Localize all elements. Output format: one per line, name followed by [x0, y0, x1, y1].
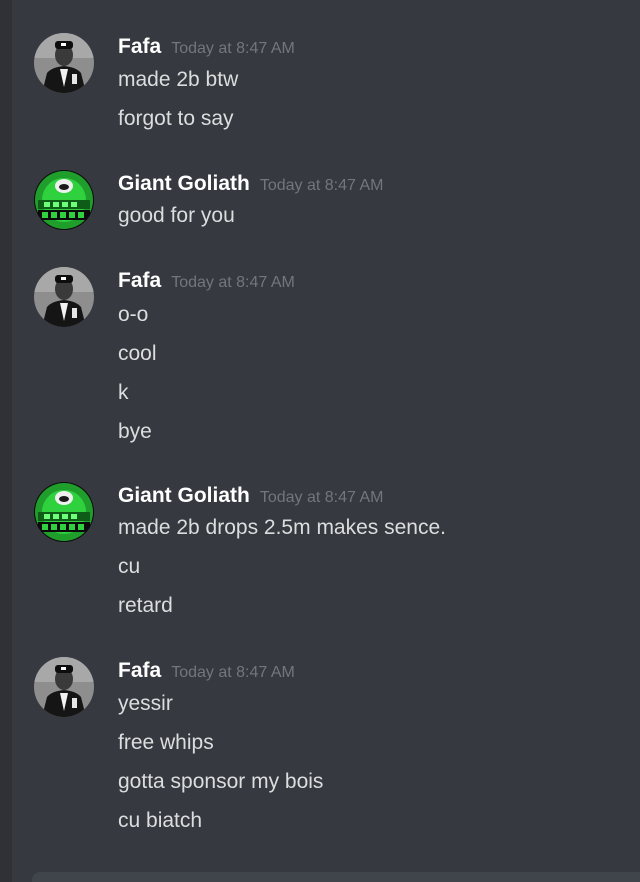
message-text: o-o — [118, 303, 149, 326]
message-header: Fafa Today at 8:47 AM — [118, 657, 295, 685]
giant-goliath-avatar-icon[interactable] — [34, 482, 94, 542]
message-text: cu — [118, 555, 141, 578]
message-text: k — [118, 381, 129, 404]
message-header: Giant Goliath Today at 8:47 AM — [118, 482, 383, 510]
message-text: made 2b drops 2.5m makes sence. — [118, 516, 447, 539]
message-text: gotta sponsor my bois — [118, 770, 324, 793]
timestamp[interactable]: Today at 8:47 AM — [171, 40, 295, 57]
fafa-avatar-icon[interactable] — [34, 267, 94, 327]
timestamp[interactable]: Today at 8:47 AM — [171, 664, 295, 681]
message-header: Fafa Today at 8:47 AM — [118, 267, 295, 295]
username[interactable]: Fafa — [118, 659, 161, 682]
timestamp[interactable]: Today at 8:47 AM — [260, 489, 384, 506]
message-text: good for you — [118, 204, 235, 227]
message-group: Fafa Today at 8:47 AM made 2b btw forgot … — [0, 33, 640, 143]
giant-goliath-avatar-icon[interactable] — [34, 170, 94, 230]
message-text: cool — [118, 342, 157, 365]
timestamp[interactable]: Today at 8:47 AM — [260, 177, 384, 194]
username[interactable]: Fafa — [118, 35, 161, 58]
message-text: made 2b btw — [118, 68, 239, 91]
message-text: retard — [118, 594, 173, 617]
message-header: Fafa Today at 8:47 AM — [118, 33, 295, 61]
message-text: cu biatch — [118, 809, 203, 832]
message-group: Giant Goliath Today at 8:47 AM good for y… — [0, 170, 640, 240]
timestamp[interactable]: Today at 8:47 AM — [171, 274, 295, 291]
fafa-avatar-icon[interactable] — [34, 33, 94, 93]
chat-message-list: Fafa Today at 8:47 AM made 2b btw forgot … — [0, 0, 640, 882]
message-text: free whips — [118, 731, 214, 754]
message-group: Giant Goliath Today at 8:47 AM made 2b dr… — [0, 482, 640, 622]
username[interactable]: Giant Goliath — [118, 484, 250, 507]
message-header: Giant Goliath Today at 8:47 AM — [118, 170, 383, 198]
message-input-edge[interactable] — [32, 872, 640, 882]
username[interactable]: Fafa — [118, 269, 161, 292]
username[interactable]: Giant Goliath — [118, 172, 250, 195]
message-group: Fafa Today at 8:47 AM yessir free whips g… — [0, 657, 640, 837]
fafa-avatar-icon[interactable] — [34, 657, 94, 717]
message-text: forgot to say — [118, 107, 234, 130]
message-group: Fafa Today at 8:47 AM o-o cool k bye — [0, 267, 640, 447]
message-text: yessir — [118, 692, 173, 715]
message-text: bye — [118, 420, 152, 443]
